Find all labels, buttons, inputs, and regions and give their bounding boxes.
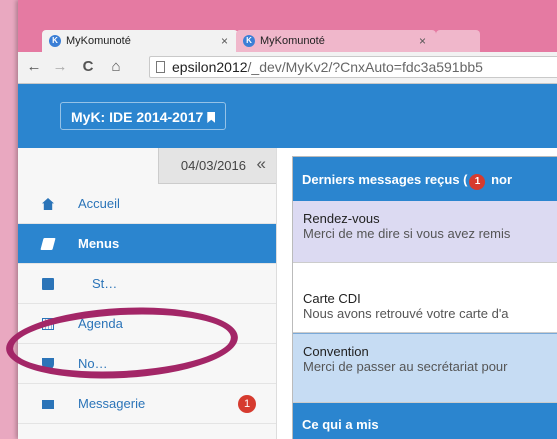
reload-icon[interactable]: C [78,58,98,76]
sidebar-item-label: St… [92,276,118,291]
tab-title: MyKomunoté [260,35,325,47]
sidebar-item-messagerie[interactable]: Messagerie 1 [18,384,276,424]
mykomunote-favicon-icon: K [243,35,255,47]
message-preview: Merci de passer au secrétariat pour [303,359,508,374]
folder-icon [42,278,54,290]
sidebar-item-accueil[interactable]: Accueil [18,184,276,224]
message-subject: Carte CDI [303,291,361,306]
url-path: /_dev/MyKv2/?CnxAuto=fdc3a591bb5 [247,59,483,75]
sidebar-item-label: Messagerie [78,396,146,411]
app-brand-button[interactable]: MyK: IDE 2014-2017 [60,102,227,130]
message-subject: Rendez-vous [303,211,380,226]
current-date: 04/03/2016 [180,158,246,173]
message-row[interactable]: Carte CDI Nous avons retrouvé votre cart… [293,263,557,333]
sidebar-item-label: Menus [78,236,120,251]
address-bar[interactable]: epsilon2012/_dev/MyKv2/?CnxAuto=fdc3a591… [149,56,557,78]
close-tab-icon[interactable]: × [221,30,228,52]
url-text: epsilon2012/_dev/MyKv2/?CnxAuto=fdc3a591… [172,59,483,75]
messages-header-prefix: Derniers messages reçus ( [302,172,468,187]
message-preview: Merci de me dire si vous avez remis [303,226,511,241]
browser-toolbar: ← → C ⌂ epsilon2012/_dev/MyKv2/?CnxAuto=… [18,52,557,84]
messages-panel-header: Derniers messages reçus (1 nor [293,157,557,201]
book-icon [40,238,56,250]
next-panel-header: Ce qui a mis [293,403,557,439]
message-preview: Nous avons retrouvé votre carte d'a [303,306,509,321]
messages-panel: Derniers messages reçus (1 nor Rendez-vo… [292,156,557,439]
tab-mykomunote-second[interactable]: K MyKomunoté × [236,30,436,52]
sidebar-item-stages[interactable]: St… [18,264,276,304]
forward-arrow-icon[interactable]: → [50,58,70,76]
sidebar-item-label: Accueil [78,196,120,211]
app-brand-label: MyK: IDE 2014-2017 [71,109,204,125]
tab-mykomunote-active[interactable]: K MyKomunoté × [42,30,238,52]
tab-strip: K MyKomunoté × K MyKomunoté × [18,0,557,52]
tab-title: MyKomunoté [66,35,131,47]
sidebar: 04/03/2016 « Accueil Menus St… Agenda No… [18,148,277,439]
new-tab-button[interactable] [436,30,480,52]
message-row[interactable]: Convention Merci de passer au secrétaria… [293,333,557,403]
messages-header-suffix: nor [487,172,513,187]
message-row[interactable]: Rendez-vous Merci de me dire si vous ave… [293,201,557,263]
messages-count-badge: 1 [469,174,486,190]
home-icon [42,198,54,210]
collapse-sidebar-icon[interactable]: « [257,154,266,174]
envelope-icon [42,400,54,409]
bookmark-icon [207,112,216,123]
mykomunote-favicon-icon: K [49,35,61,47]
close-tab-icon[interactable]: × [419,30,426,52]
app-header: MyK: IDE 2014-2017 [18,84,557,148]
sidebar-item-menus[interactable]: Menus [18,224,276,264]
message-subject: Convention [303,344,369,359]
main-content: Derniers messages reçus (1 nor Rendez-vo… [288,148,557,439]
unread-count-badge: 1 [238,395,256,413]
back-arrow-icon[interactable]: ← [24,58,44,76]
page-icon [156,61,165,73]
url-host: epsilon2012 [172,59,248,75]
home-icon[interactable]: ⌂ [106,58,126,76]
date-bar: 04/03/2016 « [158,148,276,184]
